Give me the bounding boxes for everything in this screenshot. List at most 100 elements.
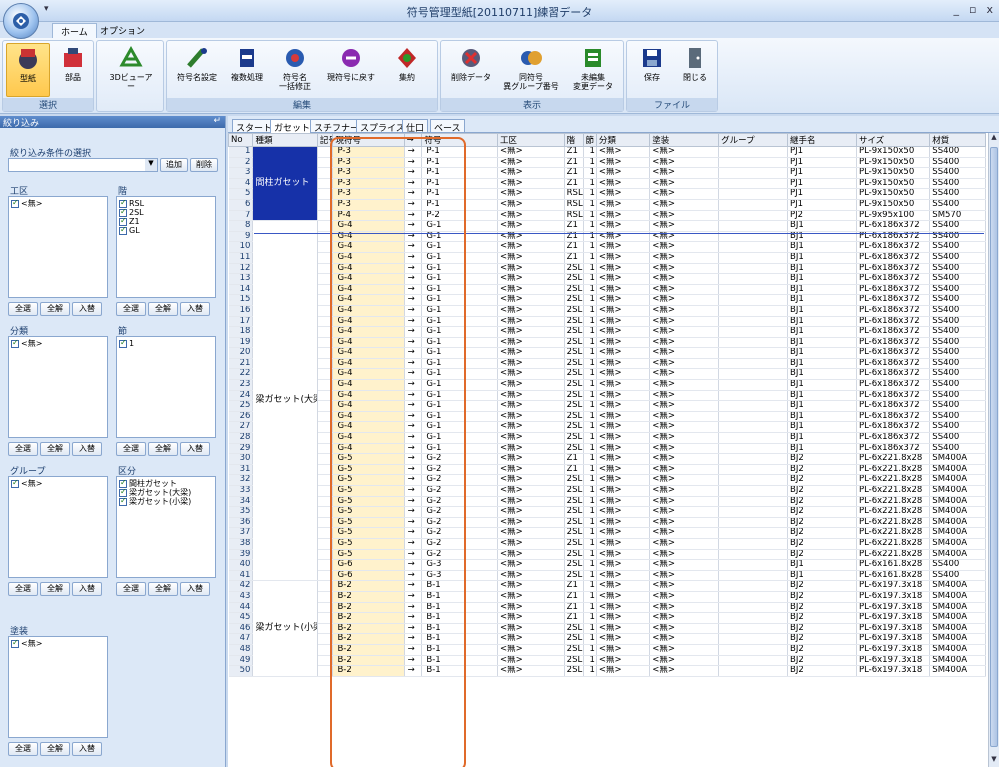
maximize-button[interactable]: ▫ — [969, 3, 976, 16]
table-row[interactable]: 17 G-4 → G-1 <無> 2SL 1 <無> <無> BJ1 PL-6x186x372 SS4… — [228, 316, 986, 328]
column-header[interactable]: 塗装 — [649, 133, 720, 147]
checkbox-checked-icon[interactable] — [119, 496, 127, 506]
clear-all-button[interactable]: 全解 — [40, 442, 70, 456]
table-row[interactable]: 42 梁ガセット(小梁 B-2 → B-1 <無> Z1 1 <無> <無> BJ2 PL-6x197… — [228, 580, 986, 677]
select-all-button[interactable]: 全選 — [116, 302, 146, 316]
table-row[interactable]: 3 P-3 → P-1 <無> Z1 1 <無> <無> PJ1 PL-9x150x50 SS400 — [228, 167, 986, 179]
set-code-name-button[interactable]: 符号名設定 — [171, 43, 223, 97]
scroll-thumb[interactable] — [990, 147, 998, 747]
add-condition-button[interactable]: 追加 — [160, 158, 188, 172]
table-row[interactable]: 38 G-5 → G-2 <無> 2SL 1 <無> <無> BJ2 PL-6x221.8x28 SM… — [228, 538, 986, 550]
table-row[interactable]: 20 G-4 → G-1 <無> 2SL 1 <無> <無> BJ1 PL-6x186x372 SS4… — [228, 347, 986, 359]
table-row[interactable]: 46 B-2 → B-1 <無> 2SL 1 <無> <無> BJ2 PL-6x197.3x18 SM… — [228, 623, 986, 635]
application-menu-button[interactable] — [3, 3, 39, 39]
select-all-button[interactable]: 全選 — [8, 742, 38, 756]
swap-button[interactable]: 入替 — [180, 442, 210, 456]
bulk-rename-button[interactable]: 符号名 一括修正 — [273, 43, 317, 97]
revert-button[interactable]: 現符号に戻す — [323, 43, 379, 97]
column-header[interactable]: サイズ — [855, 133, 931, 147]
table-row[interactable]: 10 G-4 → G-1 <無> Z1 1 <無> <無> BJ1 PL-6x186x372 SS40… — [228, 241, 986, 253]
clear-all-button[interactable]: 全解 — [148, 582, 178, 596]
close-button[interactable]: x — [986, 3, 993, 16]
condition-select[interactable]: ▼ — [8, 158, 158, 172]
column-header[interactable]: 材質 — [929, 133, 986, 147]
table-row[interactable]: 48 B-2 → B-1 <無> 2SL 1 <無> <無> BJ2 PL-6x197.3x18 SM… — [228, 644, 986, 656]
multi-process-button[interactable]: 複数処理 — [225, 43, 269, 97]
column-header[interactable]: 階 — [563, 133, 584, 147]
table-row[interactable]: 15 G-4 → G-1 <無> 2SL 1 <無> <無> BJ1 PL-6x186x372 SS4… — [228, 294, 986, 306]
checkbox-checked-icon[interactable] — [119, 225, 127, 235]
clear-all-button[interactable]: 全解 — [40, 582, 70, 596]
table-row[interactable]: 26 G-4 → G-1 <無> 2SL 1 <無> <無> BJ1 PL-6x186x372 SS4… — [228, 411, 986, 423]
scroll-down-icon[interactable]: ▼ — [989, 755, 999, 767]
column-header[interactable]: グループ — [718, 133, 789, 147]
table-row[interactable]: 16 G-4 → G-1 <無> 2SL 1 <無> <無> BJ1 PL-6x186x372 SS4… — [228, 305, 986, 317]
column-header[interactable]: 節 — [582, 133, 597, 147]
table-row[interactable]: 49 B-2 → B-1 <無> 2SL 1 <無> <無> BJ2 PL-6x197.3x18 SM… — [228, 655, 986, 667]
table-row[interactable]: 2 P-3 → P-1 <無> Z1 1 <無> <無> PJ1 PL-9x150x50 SS400 — [228, 157, 986, 169]
table-row[interactable]: 35 G-5 → G-2 <無> 2SL 1 <無> <無> BJ2 PL-6x221.8x28 SM… — [228, 506, 986, 518]
vertical-scrollbar[interactable]: ▲ ▼ — [988, 133, 999, 767]
column-header[interactable]: 符号 — [421, 133, 498, 147]
tab-home[interactable]: ホーム — [52, 23, 97, 38]
table-row[interactable]: 24 G-4 → G-1 <無> 2SL 1 <無> <無> BJ1 PL-6x186x372 SS4… — [228, 390, 986, 402]
table-row[interactable]: 43 B-2 → B-1 <無> Z1 1 <無> <無> BJ2 PL-6x197.3x18 SM4… — [228, 591, 986, 603]
checkbox-checked-icon[interactable] — [11, 638, 19, 648]
table-row[interactable]: 23 G-4 → G-1 <無> 2SL 1 <無> <無> BJ1 PL-6x186x372 SS4… — [228, 379, 986, 391]
filter-option[interactable]: <無> — [11, 478, 105, 488]
table-row[interactable]: 7 P-4 → P-2 <無> RSL 1 <無> <無> PJ2 PL-9x95x100 SM570 — [228, 210, 986, 222]
clear-all-button[interactable]: 全解 — [40, 302, 70, 316]
swap-button[interactable]: 入替 — [180, 302, 210, 316]
table-row[interactable]: 28 G-4 → G-1 <無> 2SL 1 <無> <無> BJ1 PL-6x186x372 SS4… — [228, 432, 986, 444]
column-header[interactable]: 継手名 — [787, 133, 857, 147]
column-header[interactable]: 現符号 — [332, 133, 405, 147]
table-row[interactable]: 34 G-5 → G-2 <無> 2SL 1 <無> <無> BJ2 PL-6x221.8x28 SM… — [228, 496, 986, 508]
select-all-button[interactable]: 全選 — [116, 582, 146, 596]
checkbox-checked-icon[interactable] — [119, 338, 127, 348]
table-row[interactable]: 25 G-4 → G-1 <無> 2SL 1 <無> <無> BJ1 PL-6x186x372 SS4… — [228, 400, 986, 412]
3d-viewer-button[interactable]: 3Dビューアー — [107, 43, 155, 97]
filter-option[interactable]: 梁ガセット(小梁) — [119, 496, 213, 506]
clear-all-button[interactable]: 全解 — [148, 442, 178, 456]
deleted-data-button[interactable]: 削除データ — [445, 43, 497, 97]
table-row[interactable]: 14 G-4 → G-1 <無> 2SL 1 <無> <無> BJ1 PL-6x186x372 SS4… — [228, 284, 986, 296]
table-row[interactable]: 39 G-5 → G-2 <無> 2SL 1 <無> <無> BJ2 PL-6x221.8x28 SM… — [228, 549, 986, 561]
select-all-button[interactable]: 全選 — [116, 442, 146, 456]
clear-all-button[interactable]: 全解 — [148, 302, 178, 316]
column-header[interactable]: 記号 — [316, 133, 334, 147]
same-code-diff-group-button[interactable]: 同符号 異グループ番号 — [501, 43, 561, 97]
table-row[interactable]: 44 B-2 → B-1 <無> Z1 1 <無> <無> BJ2 PL-6x197.3x18 SM4… — [228, 602, 986, 614]
swap-button[interactable]: 入替 — [72, 442, 102, 456]
table-row[interactable]: 5 P-3 → P-1 <無> RSL 1 <無> <無> PJ1 PL-9x150x50 SS400 — [228, 188, 986, 200]
chevron-down-icon[interactable]: ▼ — [145, 159, 157, 171]
swap-button[interactable]: 入替 — [180, 582, 210, 596]
pin-icon[interactable]: ↵ — [213, 116, 221, 126]
column-header[interactable]: 分類 — [595, 133, 651, 147]
swap-button[interactable]: 入替 — [72, 742, 102, 756]
filter-option[interactable]: 1 — [119, 338, 213, 348]
filter-option[interactable]: <無> — [11, 638, 105, 648]
filter-option[interactable]: 2SL — [119, 207, 213, 217]
table-row[interactable]: 45 B-2 → B-1 <無> Z1 1 <無> <無> BJ2 PL-6x197.3x18 SM4… — [228, 612, 986, 624]
tab-option[interactable]: オプション — [92, 23, 153, 38]
checkbox-checked-icon[interactable] — [11, 338, 19, 348]
table-row[interactable]: 12 G-4 → G-1 <無> 2SL 1 <無> <無> BJ1 PL-6x186x372 SS4… — [228, 263, 986, 275]
table-row[interactable]: 4 P-3 → P-1 <無> Z1 1 <無> <無> PJ1 PL-9x150x50 SS400 — [228, 178, 986, 190]
table-row[interactable]: 32 G-5 → G-2 <無> 2SL 1 <無> <無> BJ2 PL-6x221.8x28 SM… — [228, 474, 986, 486]
filter-option[interactable]: GL — [119, 225, 213, 235]
close-file-button[interactable]: 閉じる — [673, 43, 717, 97]
table-row[interactable]: 19 G-4 → G-1 <無> 2SL 1 <無> <無> BJ1 PL-6x186x372 SS4… — [228, 337, 986, 349]
parts-button[interactable]: 部品 — [51, 43, 95, 97]
table-row[interactable]: 13 G-4 → G-1 <無> 2SL 1 <無> <無> BJ1 PL-6x186x372 SS4… — [228, 273, 986, 285]
filter-option[interactable]: 間柱ガセット — [119, 478, 213, 488]
select-all-button[interactable]: 全選 — [8, 582, 38, 596]
save-button[interactable]: 保存 — [630, 43, 674, 97]
column-header[interactable]: 種類 — [252, 133, 318, 147]
table-row[interactable]: 29 G-4 → G-1 <無> 2SL 1 <無> <無> BJ1 PL-6x186x372 SS4… — [228, 443, 986, 455]
swap-button[interactable]: 入替 — [72, 302, 102, 316]
table-row[interactable]: 40 G-6 → G-3 <無> 2SL 1 <無> <無> BJ1 PL-6x161.8x28 SS… — [228, 559, 986, 571]
table-row[interactable]: 1 間柱ガセット P-3 → P-1 <無> Z1 1 <無> <無> PJ1 PL-9x150x50… — [228, 146, 986, 222]
grid-tab-4[interactable]: 仕口 — [402, 119, 429, 134]
template-button[interactable]: 型紙 — [6, 43, 50, 97]
table-row[interactable]: 6 P-3 → P-1 <無> RSL 1 <無> <無> PJ1 PL-9x150x50 SS400 — [228, 199, 986, 211]
